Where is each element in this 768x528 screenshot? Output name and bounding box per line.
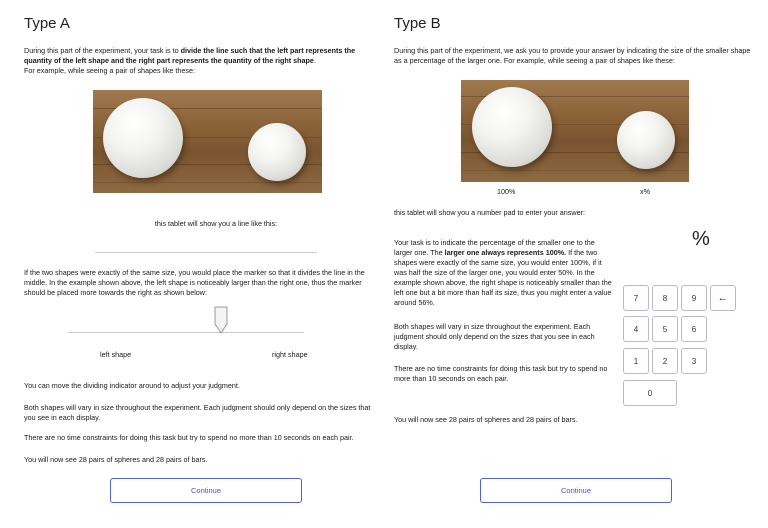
type-a-intro-post: .: [313, 56, 316, 65]
percent-display: %: [692, 228, 710, 250]
type-b-vary-text: Both shapes will vary in size throughout…: [394, 322, 595, 351]
type-a-spheres-photo: [93, 90, 322, 193]
type-b-title: Type B: [394, 15, 441, 32]
type-a-continue-button[interactable]: Continue: [110, 478, 302, 503]
left-sphere-caption: 100%: [497, 187, 516, 196]
left-shape-label: left shape: [100, 350, 132, 359]
right-sphere-caption: x%: [640, 187, 650, 196]
type-a-tablet-line-text: this tablet will show you a line like th…: [154, 219, 278, 228]
example-divided-line: [68, 332, 304, 333]
type-b-panel: Type B During this part of the experimen…: [384, 0, 768, 528]
large-sphere-image: [472, 87, 552, 167]
type-b-time-text: There are no time constraints for doing …: [394, 364, 608, 383]
type-b-continue-button[interactable]: Continue: [480, 478, 672, 503]
numpad-key-0[interactable]: 0: [623, 380, 677, 406]
example-empty-line: [95, 252, 317, 253]
type-a-intro-pre: During this part of the experiment, your…: [24, 46, 181, 55]
divider-marker-icon[interactable]: [214, 306, 228, 334]
numpad-key-2[interactable]: 2: [652, 348, 678, 374]
type-a-panel: Type A During this part of the experimen…: [0, 0, 384, 528]
numpad-key-4[interactable]: 4: [623, 316, 649, 342]
numpad-key-8[interactable]: 8: [652, 285, 678, 311]
type-a-title: Type A: [24, 15, 70, 32]
small-sphere-image: [248, 123, 306, 181]
right-shape-label: right shape: [272, 350, 308, 359]
type-b-intro: During this part of the experiment, we a…: [394, 46, 751, 65]
numpad-key-3[interactable]: 3: [681, 348, 707, 374]
type-a-time-text: There are no time constraints for doing …: [24, 433, 354, 442]
numpad-key-6[interactable]: 6: [681, 316, 707, 342]
numpad-key-5[interactable]: 5: [652, 316, 678, 342]
type-b-task-bold: larger one always represents 100%.: [444, 248, 567, 257]
type-a-move-text: You can move the dividing indicator arou…: [24, 381, 240, 390]
numpad-key-1[interactable]: 1: [623, 348, 649, 374]
numpad-key-9[interactable]: 9: [681, 285, 707, 311]
type-b-task-text: Your task is to indicate the percentage …: [394, 238, 614, 308]
type-a-pairs-text: You will now see 28 pairs of spheres and…: [24, 455, 208, 464]
type-b-pairs-text: You will now see 28 pairs of spheres and…: [394, 415, 578, 424]
type-a-vary-text: Both shapes will vary in size throughout…: [24, 403, 371, 422]
type-a-intro: During this part of the experiment, your…: [24, 46, 376, 76]
type-a-intro-example: For example, while seeing a pair of shap…: [24, 66, 195, 75]
backspace-arrow-icon[interactable]: ←: [710, 285, 736, 311]
large-sphere-image: [103, 98, 183, 178]
numpad-key-7[interactable]: 7: [623, 285, 649, 311]
type-a-same-size-text: If the two shapes were exactly of the sa…: [24, 268, 365, 297]
type-b-spheres-photo: [461, 80, 689, 182]
small-sphere-image: [617, 111, 675, 169]
type-b-numpad-line-text: this tablet will show you a number pad t…: [394, 208, 585, 217]
